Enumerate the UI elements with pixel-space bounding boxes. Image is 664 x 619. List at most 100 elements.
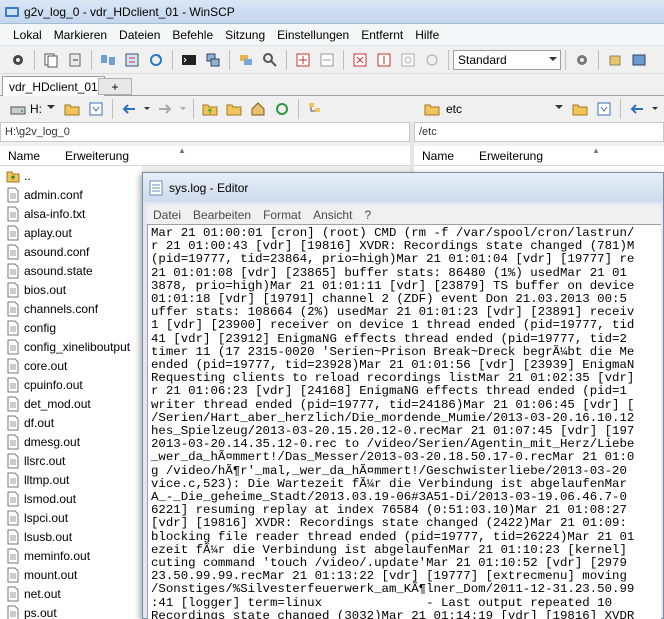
file-row[interactable]: lsusb.out xyxy=(0,527,142,546)
file-name: lsusb.out xyxy=(24,529,73,544)
file-name: config xyxy=(24,320,57,335)
file-row[interactable]: lltmp.out xyxy=(0,470,142,489)
back-dropdown-icon[interactable] xyxy=(143,99,151,119)
notepad-menu-ansicht[interactable]: Ansicht xyxy=(307,208,358,222)
local-file-list[interactable]: .. admin.conf alsa-info.txt aplay.out asound… xyxy=(0,166,142,619)
menu-sitzung[interactable]: Sitzung xyxy=(219,28,271,42)
transfer-options-icon[interactable] xyxy=(572,50,592,70)
forward-dropdown-icon[interactable] xyxy=(179,99,187,119)
notepad-text-area[interactable]: Mar 21 01:00:01 [cron] (root) CMD (rm -f… xyxy=(147,224,661,619)
new-tab-label: + xyxy=(111,79,119,94)
back-icon[interactable] xyxy=(627,99,647,119)
putty-icon[interactable] xyxy=(203,50,223,70)
file-row[interactable]: config_xineliboutput xyxy=(0,337,142,356)
notepad-menu-bearbeiten[interactable]: Bearbeiten xyxy=(187,208,257,222)
site-manager-icon[interactable] xyxy=(629,50,649,70)
forward-icon[interactable] xyxy=(155,99,175,119)
terminal-icon[interactable] xyxy=(179,50,199,70)
invert-selection-icon[interactable] xyxy=(374,50,394,70)
parent-folder-icon[interactable] xyxy=(200,99,220,119)
transfer-settings-select[interactable]: Standard xyxy=(453,49,561,70)
refresh-panel-icon[interactable] xyxy=(272,99,292,119)
file-row[interactable]: admin.conf xyxy=(0,185,142,204)
col-name-header[interactable]: Name xyxy=(0,149,65,163)
queue-icon[interactable] xyxy=(236,50,256,70)
file-row[interactable]: net.out xyxy=(0,584,142,603)
file-row[interactable]: llsrc.out xyxy=(0,451,142,470)
file-row[interactable]: config xyxy=(0,318,142,337)
home-icon[interactable] xyxy=(248,99,268,119)
refresh-icon[interactable] xyxy=(146,50,166,70)
drive-icon xyxy=(8,99,28,119)
file-row[interactable]: meminfo.out xyxy=(0,546,142,565)
select-plus-icon[interactable] xyxy=(293,50,313,70)
menu-dateien[interactable]: Dateien xyxy=(113,28,166,42)
toolbar-separator xyxy=(229,49,230,70)
menu-einstellungen[interactable]: Einstellungen xyxy=(271,28,355,42)
back-icon[interactable] xyxy=(119,99,139,119)
file-row[interactable]: alsa-info.txt xyxy=(0,204,142,223)
local-drive-select[interactable]: H: xyxy=(30,99,58,119)
notepad-menu-help[interactable]: ? xyxy=(358,208,377,222)
file-row[interactable]: lspci.out xyxy=(0,508,142,527)
file-row[interactable]: lsmod.out xyxy=(0,489,142,508)
remote-folder-select[interactable]: etc xyxy=(444,99,566,119)
copy-dropdown-icon[interactable] xyxy=(65,50,85,70)
root-folder-icon[interactable] xyxy=(224,99,244,119)
select-minus-icon[interactable] xyxy=(317,50,337,70)
new-session-icon[interactable] xyxy=(605,50,625,70)
notepad-app-icon xyxy=(149,180,163,195)
file-row[interactable]: bios.out xyxy=(0,280,142,299)
file-row[interactable]: mount.out xyxy=(0,565,142,584)
copy-icon[interactable] xyxy=(41,50,61,70)
tree-view-icon[interactable] xyxy=(305,99,325,119)
file-name: lsmod.out xyxy=(24,491,77,506)
chevron-down-icon xyxy=(549,56,557,61)
file-row[interactable]: aplay.out xyxy=(0,223,142,242)
back-dropdown-icon[interactable] xyxy=(651,99,659,119)
compare-icon[interactable] xyxy=(122,50,142,70)
synchronize-icon[interactable] xyxy=(98,50,118,70)
tab-vdr-hdclient[interactable]: vdr_HDclient_01 xyxy=(2,76,105,97)
new-tab-button[interactable]: + xyxy=(98,78,132,95)
file-row[interactable]: ps.out xyxy=(0,603,142,619)
filter-view-icon[interactable] xyxy=(86,99,106,119)
menu-markieren[interactable]: Markieren xyxy=(48,28,113,42)
open-folder-icon[interactable] xyxy=(570,99,590,119)
col-extension-header[interactable]: Erweiterung xyxy=(479,149,543,163)
col-name-header[interactable]: Name xyxy=(414,149,479,163)
file-row[interactable]: dmesg.out xyxy=(0,432,142,451)
preferences-gear-icon[interactable] xyxy=(8,50,28,70)
file-icon xyxy=(7,358,19,373)
notepad-menu-format[interactable]: Format xyxy=(257,208,307,222)
log-line: r 21 01:06:23 [vdr] [24168] EnigmaNG eff… xyxy=(151,384,627,399)
title-bar[interactable]: g2v_log_0 - vdr_HDclient_01 - WinSCP xyxy=(0,0,664,24)
file-icon xyxy=(7,377,19,392)
filter-icon[interactable] xyxy=(350,50,370,70)
toolbar-separator xyxy=(448,49,449,70)
restore-selection-icon[interactable] xyxy=(422,50,442,70)
log-line: blocking file reader thread ended (pid=1… xyxy=(151,529,635,544)
clear-selection-icon[interactable] xyxy=(398,50,418,70)
notepad-menu-datei[interactable]: Datei xyxy=(147,208,187,222)
file-row[interactable]: cpuinfo.out xyxy=(0,375,142,394)
filter-view-icon[interactable] xyxy=(594,99,614,119)
file-row[interactable]: det_mod.out xyxy=(0,394,142,413)
find-files-icon[interactable] xyxy=(260,50,280,70)
file-row[interactable]: asound.state xyxy=(0,261,142,280)
open-folder-icon[interactable] xyxy=(62,99,82,119)
menu-lokal[interactable]: Lokal xyxy=(0,28,48,42)
file-row[interactable]: df.out xyxy=(0,413,142,432)
file-name: mount.out xyxy=(24,567,78,582)
file-row[interactable]: asound.conf xyxy=(0,242,142,261)
menu-entfernt[interactable]: Entfernt xyxy=(355,28,409,42)
menu-hilfe[interactable]: Hilfe xyxy=(409,28,445,42)
notepad-window[interactable]: sys.log - Editor Datei Bearbeiten Format… xyxy=(142,172,664,619)
file-row[interactable]: .. xyxy=(0,166,142,185)
menu-befehle[interactable]: Befehle xyxy=(166,28,219,42)
notepad-title-bar[interactable]: sys.log - Editor xyxy=(143,173,663,202)
col-extension-header[interactable]: Erweiterung xyxy=(65,149,129,163)
local-path-display: H:\g2v_log_0 xyxy=(0,122,410,142)
file-row[interactable]: channels.conf xyxy=(0,299,142,318)
file-row[interactable]: core.out xyxy=(0,356,142,375)
